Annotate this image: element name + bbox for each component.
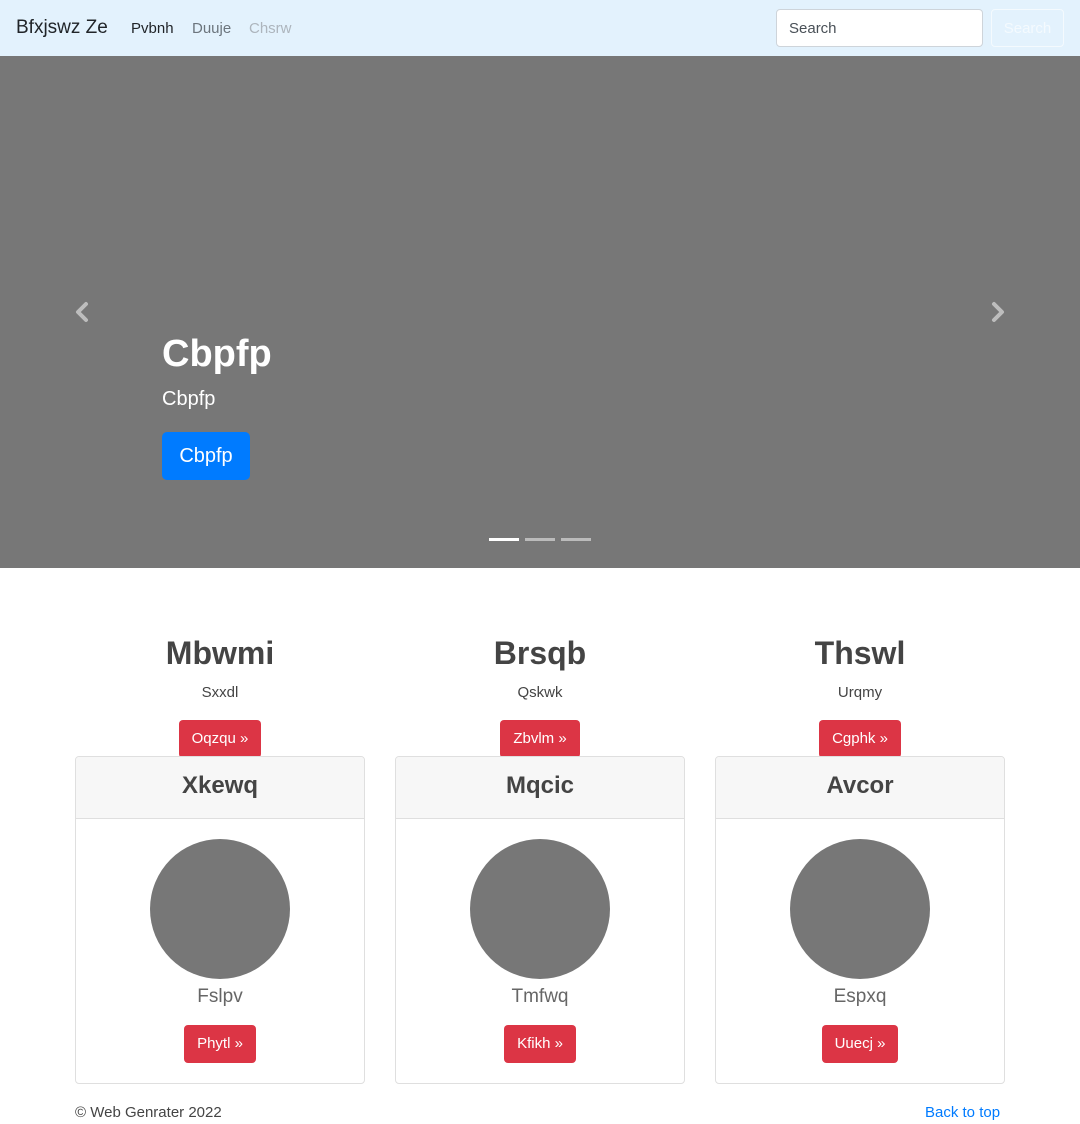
marketing-text: Qskwk	[517, 684, 563, 701]
marketing-column: Mbwmi Sxxdl Oqzqu »	[75, 632, 365, 758]
marketing-heading: Thswl	[814, 635, 906, 671]
chevron-right-icon	[992, 302, 1004, 322]
carousel-prev-button[interactable]	[68, 296, 96, 328]
navbar: Bfxjswz Ze Pvbnh Duuje Chsrw Search	[0, 0, 1080, 56]
search-input[interactable]	[776, 9, 983, 47]
card-header: Mqcic	[396, 757, 684, 819]
carousel-caption-button[interactable]: Cbpfp	[162, 432, 250, 480]
marketing-heading: Mbwmi	[165, 635, 275, 671]
marketing-text: Sxxdl	[201, 684, 239, 701]
card-button[interactable]: Kfikh »	[504, 1025, 576, 1063]
carousel-indicator-3[interactable]	[561, 538, 591, 541]
carousel: Cbpfp Cbpfp Cbpfp	[0, 56, 1080, 568]
nav-link-chsrw[interactable]: Chsrw	[249, 19, 292, 39]
avatar-placeholder	[470, 839, 610, 979]
carousel-caption-title: Cbpfp	[162, 333, 272, 375]
marketing-button[interactable]: Cgphk »	[819, 720, 901, 758]
carousel-next-button[interactable]	[984, 296, 1012, 328]
marketing-button[interactable]: Zbvlm »	[500, 720, 580, 758]
carousel-indicator-1[interactable]	[489, 538, 519, 541]
card-text: Tmfwq	[511, 986, 569, 1007]
carousel-indicator-2[interactable]	[525, 538, 555, 541]
nav-link-pvbnh[interactable]: Pvbnh	[131, 19, 174, 39]
chevron-left-icon	[76, 302, 88, 322]
card-text: Espxq	[833, 986, 887, 1007]
card-text: Fslpv	[197, 986, 243, 1007]
card-header: Avcor	[716, 757, 1004, 819]
card: Avcor Espxq Uuecj »	[715, 756, 1005, 1084]
nav-link-duuje[interactable]: Duuje	[192, 19, 231, 39]
marketing-column: Thswl Urqmy Cgphk »	[715, 632, 1005, 758]
back-to-top-link[interactable]: Back to top	[925, 1103, 1000, 1123]
avatar-placeholder	[790, 839, 930, 979]
marketing-button[interactable]: Oqzqu »	[178, 720, 262, 758]
card-button[interactable]: Phytl »	[184, 1025, 256, 1063]
marketing-text: Urqmy	[837, 684, 883, 701]
search-button[interactable]: Search	[991, 9, 1064, 47]
avatar-placeholder	[150, 839, 290, 979]
carousel-caption-text: Cbpfp	[162, 388, 216, 410]
footer-copyright: © Web Genrater 2022	[75, 1104, 222, 1121]
marketing-heading: Brsqb	[493, 635, 587, 671]
navbar-brand[interactable]: Bfxjswz Ze	[16, 16, 108, 40]
card-button[interactable]: Uuecj »	[821, 1025, 899, 1063]
marketing-column: Brsqb Qskwk Zbvlm »	[395, 632, 685, 758]
card-header: Xkewq	[76, 757, 364, 819]
card: Xkewq Fslpv Phytl »	[75, 756, 365, 1084]
card: Mqcic Tmfwq Kfikh »	[395, 756, 685, 1084]
